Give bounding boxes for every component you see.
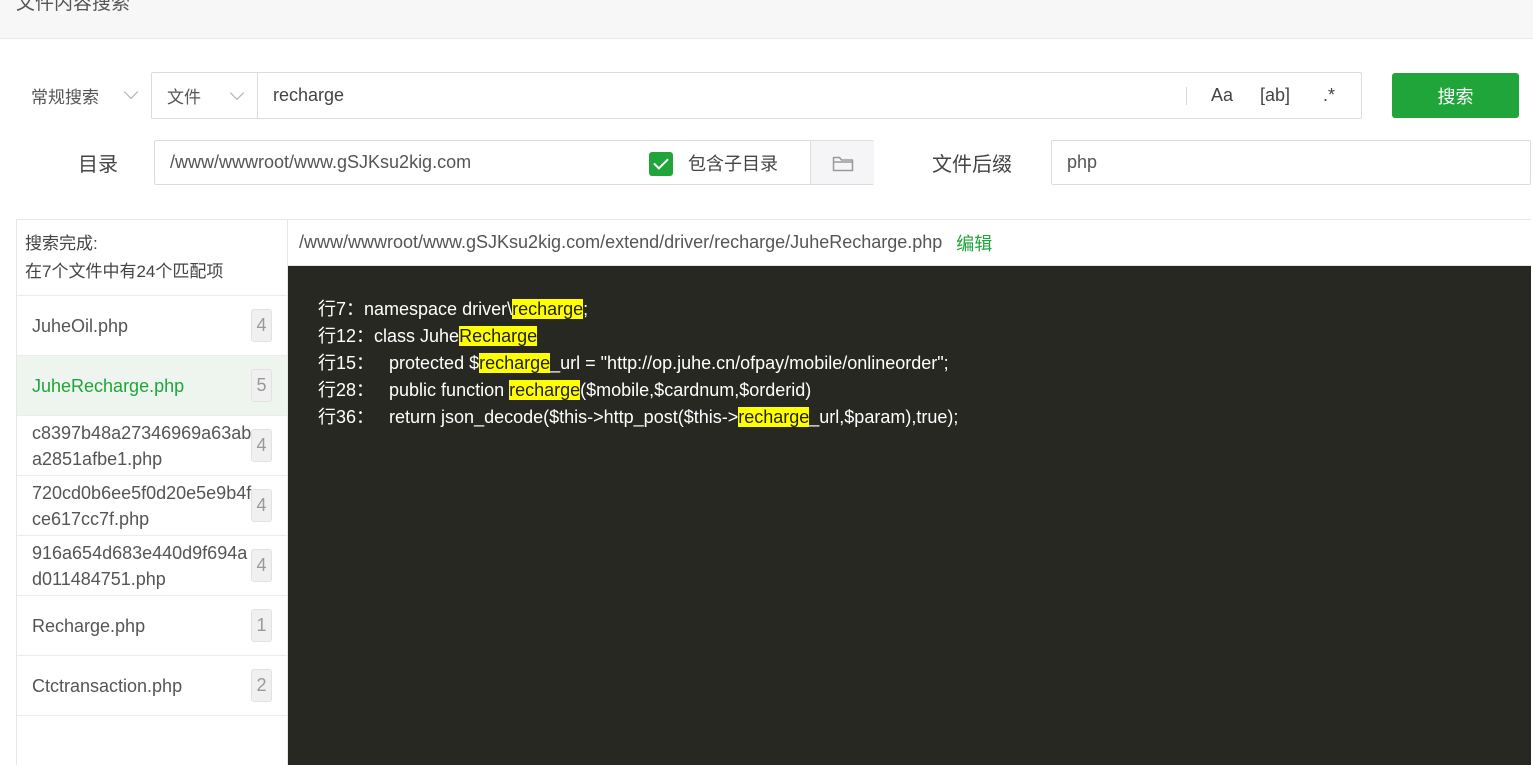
- match-count-badge: 4: [251, 549, 272, 582]
- line-text: ;: [583, 299, 589, 319]
- chevron-down-icon: [229, 85, 245, 101]
- file-content: /www/wwwroot/www.gSJKsu2kig.com/extend/d…: [288, 220, 1531, 765]
- file-suffix-input[interactable]: [1051, 140, 1531, 185]
- search-type-select[interactable]: 文件: [152, 73, 258, 118]
- match-line: 行28： public function recharge($mobile,$c…: [318, 377, 1531, 404]
- line-text: 行12：class Juhe: [318, 326, 460, 346]
- directory-label: 目录: [78, 154, 118, 176]
- match-line: 行7：namespace driver\recharge;: [318, 296, 1531, 323]
- line-text: _url = "http://op.juhe.cn/ofpay/mobile/o…: [550, 353, 949, 373]
- search-row: 常规搜索 文件 Aa [ab] .* 搜索: [0, 72, 1533, 119]
- match-highlight: recharge: [479, 353, 551, 373]
- file-name: Recharge.php: [32, 615, 146, 636]
- match-line: 行12：class JuheRecharge: [318, 323, 1531, 350]
- regex-toggle[interactable]: .*: [1323, 73, 1335, 118]
- summary-count: 在7个文件中有24个匹配项: [25, 262, 224, 281]
- search-mode-value: 常规搜索: [31, 88, 99, 107]
- file-path: /www/wwwroot/www.gSJKsu2kig.com/extend/d…: [299, 232, 943, 252]
- file-list: 搜索完成: 在7个文件中有24个匹配项 JuheOil.php 4 JuheRech…: [17, 220, 288, 765]
- search-summary: 搜索完成: 在7个文件中有24个匹配项: [17, 220, 287, 296]
- line-text: ($mobile,$cardnum,$orderid): [580, 380, 812, 400]
- line-text: 行36： return json_decode($this->http_post…: [318, 407, 739, 427]
- file-list-item[interactable]: Recharge.php 1: [17, 596, 287, 656]
- search-input[interactable]: [273, 73, 1173, 118]
- include-subdirectory-label[interactable]: 包含子目录: [688, 141, 778, 184]
- match-count-badge: 4: [251, 429, 272, 462]
- title-bar: 文件内容搜索: [0, 0, 1533, 39]
- match-count-badge: 4: [251, 309, 272, 342]
- folder-picker-button[interactable]: [810, 141, 874, 184]
- search-mode-select[interactable]: 常规搜索: [18, 72, 148, 119]
- file-list-item[interactable]: 916a654d683e440d9f694ad011484751.php 4: [17, 536, 287, 596]
- match-count-badge: 1: [251, 609, 272, 642]
- search-button[interactable]: 搜索: [1392, 73, 1519, 118]
- file-name: JuheOil.php: [32, 315, 129, 336]
- file-list-item[interactable]: JuheOil.php 4: [17, 296, 287, 356]
- match-count-badge: 4: [251, 489, 272, 522]
- line-text: 行7：namespace driver\: [318, 299, 513, 319]
- match-line: 行15： protected $recharge_url = "http://o…: [318, 350, 1531, 377]
- match-count-badge: 2: [251, 669, 272, 702]
- file-list-item[interactable]: Ctctransaction.php 2: [17, 656, 287, 716]
- file-path-bar: /www/wwwroot/www.gSJKsu2kig.com/extend/d…: [288, 220, 1531, 266]
- match-line: 行36： return json_decode($this->http_post…: [318, 404, 1531, 431]
- file-list-item[interactable]: c8397b48a27346969a63aba2851afbe1.php 4: [17, 416, 287, 476]
- file-name: JuheRecharge.php: [32, 375, 185, 396]
- file-name: c8397b48a27346969a63aba2851afbe1.php: [32, 422, 252, 469]
- match-highlight: recharge: [512, 299, 584, 319]
- edit-link[interactable]: 编辑: [956, 230, 992, 256]
- file-name: Ctctransaction.php: [32, 675, 183, 696]
- search-box: 文件 Aa [ab] .*: [151, 72, 1362, 119]
- match-highlight: recharge: [509, 380, 581, 400]
- match-case-toggle[interactable]: Aa: [1211, 73, 1233, 118]
- file-list-item[interactable]: JuheRecharge.php 5: [17, 356, 287, 416]
- match-highlight: Recharge: [459, 326, 538, 346]
- options-divider: [1186, 87, 1187, 105]
- directory-row: 目录 包含子目录 文件后缀: [0, 140, 1533, 185]
- results-panel: 搜索完成: 在7个文件中有24个匹配项 JuheOil.php 4 JuheRech…: [16, 219, 1531, 765]
- include-subdirectory-checkbox[interactable]: [649, 152, 673, 176]
- search-type-value: 文件: [167, 88, 201, 107]
- code-panel: 行7：namespace driver\recharge; 行12：class J…: [288, 266, 1531, 765]
- folder-icon: [832, 156, 853, 171]
- match-highlight: recharge: [738, 407, 810, 427]
- line-text: 行28： public function: [318, 380, 510, 400]
- file-suffix-label: 文件后缀: [932, 154, 1012, 176]
- file-name: 916a654d683e440d9f694ad011484751.php: [32, 542, 248, 589]
- whole-word-toggle[interactable]: [ab]: [1260, 73, 1290, 118]
- line-text: 行15： protected $: [318, 353, 480, 373]
- directory-box: 包含子目录: [154, 140, 874, 185]
- file-name: 720cd0b6ee5f0d20e5e9b4fce617cc7f.php: [32, 482, 252, 529]
- summary-status: 搜索完成:: [25, 234, 98, 253]
- line-text: _url,$param),true);: [809, 407, 959, 427]
- file-list-item[interactable]: 720cd0b6ee5f0d20e5e9b4fce617cc7f.php 4: [17, 476, 287, 536]
- directory-input[interactable]: [170, 141, 640, 184]
- page-title: 文件内容搜索: [16, 0, 131, 14]
- chevron-down-icon: [123, 84, 139, 100]
- match-count-badge: 5: [251, 369, 272, 402]
